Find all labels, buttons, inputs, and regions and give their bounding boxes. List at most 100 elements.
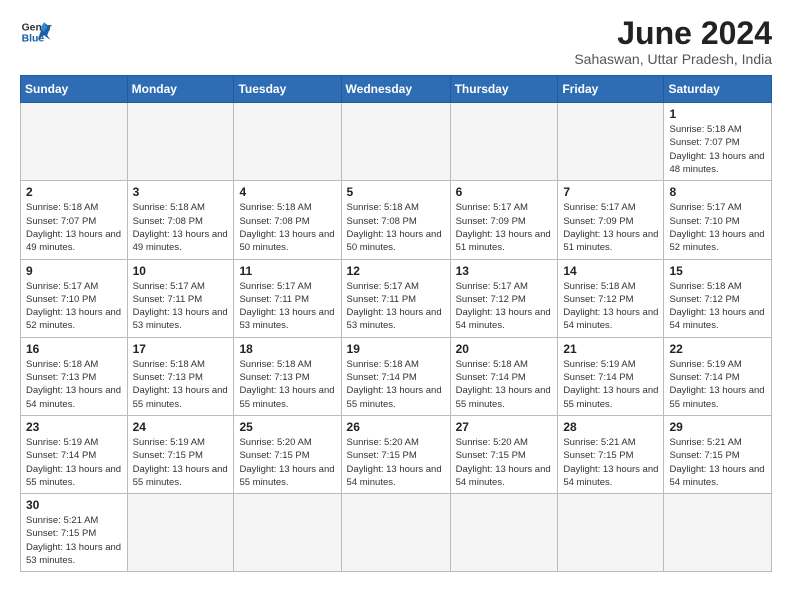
title-area: June 2024 Sahaswan, Uttar Pradesh, India — [574, 16, 772, 67]
day-number: 4 — [239, 185, 335, 199]
header-cell-tuesday: Tuesday — [234, 76, 341, 103]
day-info: Sunrise: 5:18 AMSunset: 7:14 PMDaylight:… — [456, 358, 553, 411]
day-number: 2 — [26, 185, 122, 199]
calendar-table: SundayMondayTuesdayWednesdayThursdayFrid… — [20, 75, 772, 572]
day-number: 17 — [133, 342, 229, 356]
day-number: 23 — [26, 420, 122, 434]
day-info: Sunrise: 5:18 AMSunset: 7:14 PMDaylight:… — [347, 358, 445, 411]
day-info: Sunrise: 5:17 AMSunset: 7:10 PMDaylight:… — [26, 280, 122, 333]
header-cell-wednesday: Wednesday — [341, 76, 450, 103]
day-number: 19 — [347, 342, 445, 356]
header-cell-sunday: Sunday — [21, 76, 128, 103]
day-number: 10 — [133, 264, 229, 278]
day-number: 5 — [347, 185, 445, 199]
week-row-3: 16 Sunrise: 5:18 AMSunset: 7:13 PMDayligh… — [21, 337, 772, 415]
header-row: SundayMondayTuesdayWednesdayThursdayFrid… — [21, 76, 772, 103]
header-cell-monday: Monday — [127, 76, 234, 103]
header-cell-saturday: Saturday — [664, 76, 772, 103]
day-number: 13 — [456, 264, 553, 278]
day-number: 21 — [563, 342, 658, 356]
day-number: 11 — [239, 264, 335, 278]
day-cell: 19 Sunrise: 5:18 AMSunset: 7:14 PMDayligh… — [341, 337, 450, 415]
calendar-body: 1Sunrise: 5:18 AMSunset: 7:07 PMDaylight… — [21, 103, 772, 572]
day-cell: 23 Sunrise: 5:19 AMSunset: 7:14 PMDayligh… — [21, 415, 128, 493]
day-cell — [127, 494, 234, 572]
day-cell — [21, 103, 128, 181]
day-cell: 11 Sunrise: 5:17 AMSunset: 7:11 PMDayligh… — [234, 259, 341, 337]
day-cell — [450, 103, 558, 181]
day-cell: 16 Sunrise: 5:18 AMSunset: 7:13 PMDayligh… — [21, 337, 128, 415]
day-info: Sunrise: 5:17 AMSunset: 7:10 PMDaylight:… — [669, 201, 766, 254]
day-info: Sunrise: 5:18 AMSunset: 7:13 PMDaylight:… — [239, 358, 335, 411]
day-cell: 27Sunrise: 5:20 AMSunset: 7:15 PMDayligh… — [450, 415, 558, 493]
week-row-5: 30 Sunrise: 5:21 AMSunset: 7:15 PMDayligh… — [21, 494, 772, 572]
day-info: Sunrise: 5:18 AMSunset: 7:08 PMDaylight:… — [133, 201, 229, 254]
day-info: Sunrise: 5:17 AMSunset: 7:09 PMDaylight:… — [456, 201, 553, 254]
day-number: 29 — [669, 420, 766, 434]
day-number: 30 — [26, 498, 122, 512]
day-cell: 18Sunrise: 5:18 AMSunset: 7:13 PMDayligh… — [234, 337, 341, 415]
header-cell-thursday: Thursday — [450, 76, 558, 103]
day-cell: 13 Sunrise: 5:17 AMSunset: 7:12 PMDayligh… — [450, 259, 558, 337]
day-cell: 10Sunrise: 5:17 AMSunset: 7:11 PMDayligh… — [127, 259, 234, 337]
day-cell: 17 Sunrise: 5:18 AMSunset: 7:13 PMDayligh… — [127, 337, 234, 415]
day-cell: 5 Sunrise: 5:18 AMSunset: 7:08 PMDaylight… — [341, 181, 450, 259]
day-cell — [341, 494, 450, 572]
day-info: Sunrise: 5:21 AMSunset: 7:15 PMDaylight:… — [26, 514, 122, 567]
day-cell — [558, 494, 664, 572]
day-cell: 8Sunrise: 5:17 AMSunset: 7:10 PMDaylight… — [664, 181, 772, 259]
day-cell: 2 Sunrise: 5:18 AMSunset: 7:07 PMDaylight… — [21, 181, 128, 259]
week-row-4: 23 Sunrise: 5:19 AMSunset: 7:14 PMDayligh… — [21, 415, 772, 493]
day-info: Sunrise: 5:17 AMSunset: 7:12 PMDaylight:… — [456, 280, 553, 333]
day-cell: 20Sunrise: 5:18 AMSunset: 7:14 PMDayligh… — [450, 337, 558, 415]
day-info: Sunrise: 5:17 AMSunset: 7:11 PMDaylight:… — [239, 280, 335, 333]
day-info: Sunrise: 5:18 AMSunset: 7:13 PMDaylight:… — [26, 358, 122, 411]
day-cell: 24 Sunrise: 5:19 AMSunset: 7:15 PMDayligh… — [127, 415, 234, 493]
calendar-title: June 2024 — [574, 16, 772, 51]
day-info: Sunrise: 5:19 AMSunset: 7:14 PMDaylight:… — [563, 358, 658, 411]
day-number: 15 — [669, 264, 766, 278]
day-number: 12 — [347, 264, 445, 278]
day-info: Sunrise: 5:18 AMSunset: 7:08 PMDaylight:… — [347, 201, 445, 254]
day-cell: 12 Sunrise: 5:17 AMSunset: 7:11 PMDayligh… — [341, 259, 450, 337]
day-cell: 14 Sunrise: 5:18 AMSunset: 7:12 PMDayligh… — [558, 259, 664, 337]
day-info: Sunrise: 5:19 AMSunset: 7:15 PMDaylight:… — [133, 436, 229, 489]
day-number: 3 — [133, 185, 229, 199]
day-info: Sunrise: 5:18 AMSunset: 7:13 PMDaylight:… — [133, 358, 229, 411]
day-cell: 6 Sunrise: 5:17 AMSunset: 7:09 PMDaylight… — [450, 181, 558, 259]
day-info: Sunrise: 5:18 AMSunset: 7:12 PMDaylight:… — [563, 280, 658, 333]
day-cell: 4 Sunrise: 5:18 AMSunset: 7:08 PMDaylight… — [234, 181, 341, 259]
day-number: 6 — [456, 185, 553, 199]
day-cell: 7Sunrise: 5:17 AMSunset: 7:09 PMDaylight… — [558, 181, 664, 259]
day-cell: 22Sunrise: 5:19 AMSunset: 7:14 PMDayligh… — [664, 337, 772, 415]
header: General Blue June 2024 Sahaswan, Uttar P… — [20, 16, 772, 67]
day-number: 26 — [347, 420, 445, 434]
day-number: 25 — [239, 420, 335, 434]
day-cell: 25Sunrise: 5:20 AMSunset: 7:15 PMDayligh… — [234, 415, 341, 493]
day-number: 14 — [563, 264, 658, 278]
day-info: Sunrise: 5:19 AMSunset: 7:14 PMDaylight:… — [26, 436, 122, 489]
day-cell: 21 Sunrise: 5:19 AMSunset: 7:14 PMDayligh… — [558, 337, 664, 415]
week-row-1: 2 Sunrise: 5:18 AMSunset: 7:07 PMDaylight… — [21, 181, 772, 259]
day-info: Sunrise: 5:17 AMSunset: 7:11 PMDaylight:… — [347, 280, 445, 333]
day-cell: 26 Sunrise: 5:20 AMSunset: 7:15 PMDayligh… — [341, 415, 450, 493]
day-number: 28 — [563, 420, 658, 434]
day-info: Sunrise: 5:18 AMSunset: 7:12 PMDaylight:… — [669, 280, 766, 333]
day-cell: 30 Sunrise: 5:21 AMSunset: 7:15 PMDayligh… — [21, 494, 128, 572]
day-info: Sunrise: 5:17 AMSunset: 7:09 PMDaylight:… — [563, 201, 658, 254]
day-info: Sunrise: 5:18 AMSunset: 7:07 PMDaylight:… — [26, 201, 122, 254]
day-number: 16 — [26, 342, 122, 356]
day-number: 24 — [133, 420, 229, 434]
day-cell — [127, 103, 234, 181]
day-number: 27 — [456, 420, 553, 434]
logo-icon: General Blue — [20, 16, 52, 48]
day-info: Sunrise: 5:20 AMSunset: 7:15 PMDaylight:… — [347, 436, 445, 489]
day-cell — [341, 103, 450, 181]
day-cell: 15 Sunrise: 5:18 AMSunset: 7:12 PMDayligh… — [664, 259, 772, 337]
calendar-subtitle: Sahaswan, Uttar Pradesh, India — [574, 51, 772, 67]
day-info: Sunrise: 5:18 AMSunset: 7:08 PMDaylight:… — [239, 201, 335, 254]
day-cell: 3 Sunrise: 5:18 AMSunset: 7:08 PMDaylight… — [127, 181, 234, 259]
day-info: Sunrise: 5:18 AMSunset: 7:07 PMDaylight:… — [669, 123, 766, 176]
day-number: 9 — [26, 264, 122, 278]
day-cell: 29Sunrise: 5:21 AMSunset: 7:15 PMDayligh… — [664, 415, 772, 493]
